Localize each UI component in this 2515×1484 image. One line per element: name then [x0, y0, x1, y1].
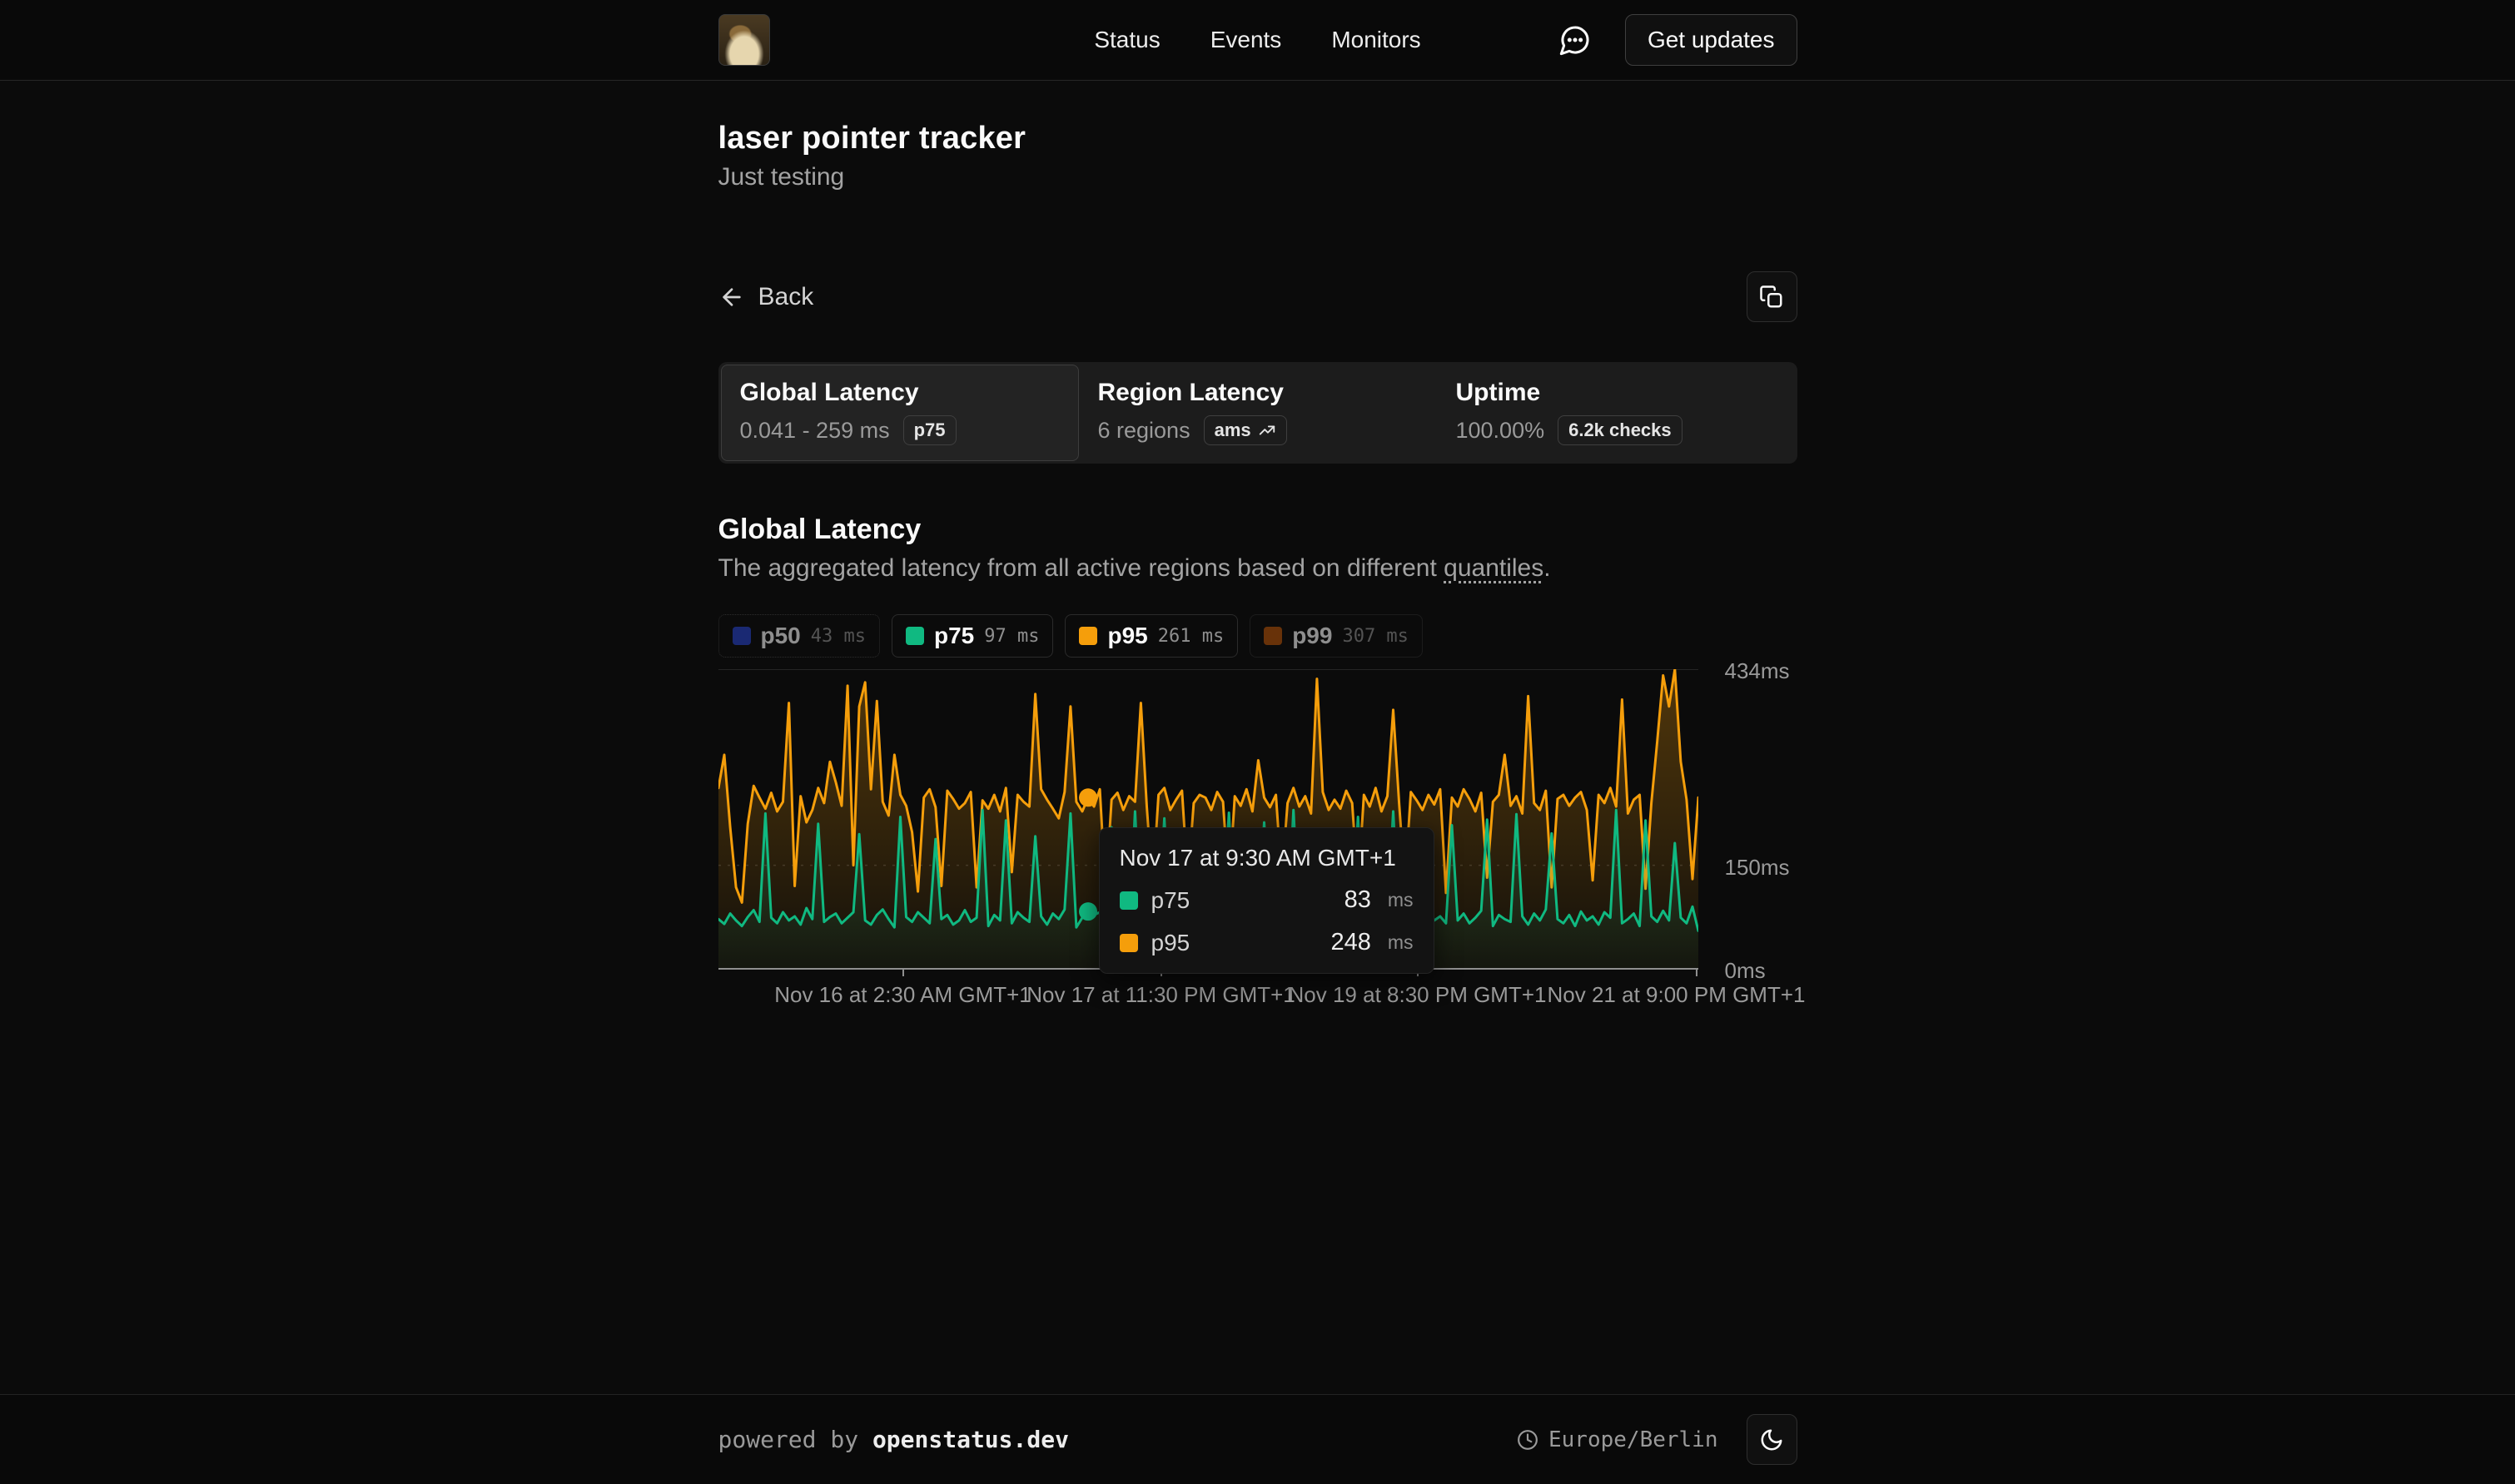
p75-swatch [906, 627, 924, 645]
x-axis-label: Nov 17 at 11:30 PM GMT+1 [1026, 982, 1295, 1008]
legend-value: 43 ms [811, 626, 866, 647]
tab-global-latency[interactable]: Global Latency 0.041 - 259 ms p75 [721, 365, 1079, 461]
legend-label: p99 [1292, 623, 1332, 649]
region-badge-label: ams [1215, 419, 1251, 441]
checks-badge: 6.2k checks [1558, 415, 1682, 445]
tab-value: 6 regions [1098, 418, 1190, 444]
chart-tooltip: Nov 17 at 9:30 AM GMT+1 p75 83 ms p95 24… [1099, 827, 1434, 974]
trending-up-icon [1258, 421, 1276, 439]
tab-title: Global Latency [740, 379, 1060, 407]
powered-by-text: powered by [718, 1426, 872, 1453]
legend-label: p75 [934, 623, 974, 649]
tab-region-latency[interactable]: Region Latency 6 regions ams [1079, 365, 1437, 461]
x-axis-label: Nov 21 at 9:00 PM GMT+1 [1548, 982, 1806, 1008]
tab-title: Uptime [1456, 379, 1776, 407]
p75-swatch [1120, 891, 1138, 910]
region-badge: ams [1204, 415, 1287, 445]
moon-icon [1759, 1427, 1784, 1452]
p99-swatch [1264, 627, 1282, 645]
legend-toggle-p99[interactable]: p99 307 ms [1250, 614, 1423, 658]
y-axis-label-max: 434ms [1725, 658, 1790, 684]
legend-value: 261 ms [1158, 626, 1224, 647]
p95-swatch [1120, 934, 1138, 952]
timezone-display: Europe/Berlin [1517, 1427, 1718, 1452]
legend-toggle-p50[interactable]: p50 43 ms [718, 614, 880, 658]
tab-value: 0.041 - 259 ms [740, 418, 890, 444]
metric-tabs: Global Latency 0.041 - 259 ms p75 Region… [718, 362, 1797, 464]
powered-by: powered by openstatus.dev [718, 1426, 1069, 1453]
y-axis-label-mid: 150ms [1725, 855, 1790, 881]
tooltip-series-label: p75 [1151, 887, 1190, 914]
y-axis-label-zero: 0ms [1725, 958, 1766, 984]
legend-label: p95 [1107, 623, 1147, 649]
description-period: . [1543, 554, 1550, 582]
tooltip-row-p95: p95 248 ms [1120, 929, 1414, 956]
page-subtitle: Just testing [718, 163, 1797, 191]
clock-icon [1517, 1429, 1538, 1451]
p95-swatch [1079, 627, 1097, 645]
tooltip-series-label: p95 [1151, 930, 1190, 956]
feedback-chat-icon[interactable] [1557, 22, 1593, 58]
legend-value: 97 ms [984, 626, 1039, 647]
tooltip-row-p75: p75 83 ms [1120, 886, 1414, 914]
page-footer: powered by openstatus.dev Europe/Berlin [0, 1394, 2515, 1484]
latency-chart: 434ms 150ms 0ms Nov 16 at 2:30 AM GMT+1 … [718, 669, 1797, 1027]
tooltip-timestamp: Nov 17 at 9:30 AM GMT+1 [1120, 845, 1414, 871]
top-navigation: Status Events Monitors Get updates [0, 0, 2515, 81]
x-axis: Nov 16 at 2:30 AM GMT+1 Nov 17 at 11:30 … [718, 979, 1698, 1012]
legend-toggle-p95[interactable]: p95 261 ms [1065, 614, 1238, 658]
get-updates-button[interactable]: Get updates [1625, 14, 1797, 66]
section-description: The aggregated latency from all active r… [718, 554, 1797, 583]
legend-label: p50 [761, 623, 801, 649]
x-axis-label: Nov 19 at 8:30 PM GMT+1 [1289, 982, 1547, 1008]
nav-link-status[interactable]: Status [1094, 27, 1160, 53]
theme-toggle-button[interactable] [1747, 1414, 1797, 1465]
timezone-label: Europe/Berlin [1548, 1427, 1718, 1452]
arrow-left-icon [718, 284, 745, 310]
nav-link-events[interactable]: Events [1210, 27, 1282, 53]
legend-toggle-p75[interactable]: p75 97 ms [892, 614, 1053, 658]
nav-link-monitors[interactable]: Monitors [1331, 27, 1420, 53]
quantiles-link[interactable]: quantiles [1444, 554, 1543, 582]
copy-icon [1759, 285, 1784, 310]
tooltip-series-value: 248 [1330, 929, 1370, 956]
page-title: laser pointer tracker [718, 121, 1797, 156]
back-button[interactable]: Back [718, 283, 814, 311]
nav-links: Status Events Monitors [1094, 27, 1420, 53]
p50-swatch [733, 627, 751, 645]
status-page-logo[interactable] [718, 14, 770, 66]
speech-bubble-icon [1558, 23, 1592, 57]
copy-link-button[interactable] [1747, 271, 1797, 322]
tab-uptime[interactable]: Uptime 100.00% 6.2k checks [1437, 365, 1795, 461]
tooltip-series-unit: ms [1388, 889, 1414, 911]
legend-value: 307 ms [1342, 626, 1408, 647]
tooltip-series-value: 83 [1344, 886, 1371, 914]
quantile-badge: p75 [903, 415, 957, 445]
x-axis-label: Nov 16 at 2:30 AM GMT+1 [774, 982, 1031, 1008]
back-label: Back [758, 283, 814, 311]
tooltip-series-unit: ms [1388, 931, 1414, 954]
openstatus-link[interactable]: openstatus.dev [872, 1426, 1069, 1453]
chart-legend: p50 43 ms p75 97 ms p95 261 ms p99 307 m… [718, 614, 1797, 658]
description-text: The aggregated latency from all active r… [718, 554, 1444, 582]
tab-title: Region Latency [1098, 379, 1418, 407]
section-title: Global Latency [718, 514, 1797, 546]
tab-value: 100.00% [1456, 418, 1545, 444]
main-content: laser pointer tracker Just testing Back … [718, 121, 1797, 1027]
